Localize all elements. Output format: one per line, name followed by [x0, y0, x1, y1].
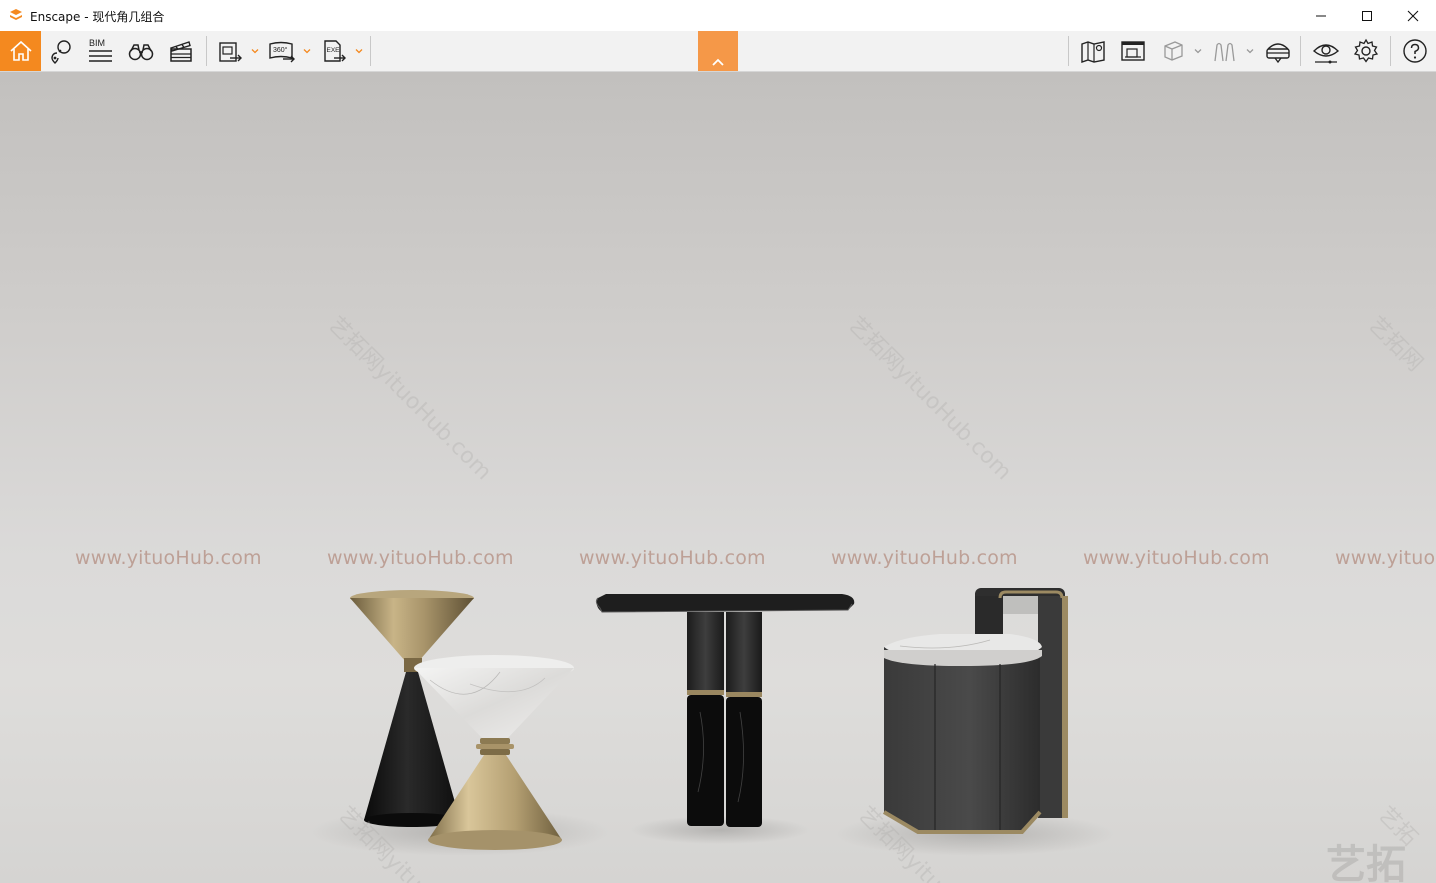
eye-icon: [1312, 44, 1340, 64]
gear-icon: [1353, 38, 1379, 63]
watermark-text: www.yituoHub.com: [831, 547, 1018, 569]
export-image-icon: [219, 42, 242, 62]
bim-icon: BIM: [89, 38, 112, 62]
help-button[interactable]: [1398, 31, 1432, 71]
toolbar-separator: [1390, 36, 1391, 66]
corner-watermark-logo: 艺拓: [1326, 842, 1406, 883]
map-button[interactable]: [1077, 31, 1109, 71]
close-button[interactable]: [1390, 0, 1436, 31]
watermark-text: www.yituoHub.com: [75, 547, 262, 569]
map-pin-icon: [51, 40, 71, 64]
toolbar-separator: [370, 36, 371, 66]
panorama-360-icon: 360°: [269, 41, 295, 63]
watermark-text: www.yituoHub.com: [579, 547, 766, 569]
title-bar[interactable]: Enscape - 现代角几组合: [0, 0, 1436, 31]
export-exe-icon: EXE: [324, 40, 346, 62]
collapse-toolbar-tab[interactable]: [698, 31, 738, 71]
asset-library-button[interactable]: [1117, 31, 1149, 71]
people-icon: [1214, 42, 1235, 62]
vr-headset-button[interactable]: [1261, 31, 1295, 71]
maximize-icon: [1362, 10, 1372, 21]
binoculars-button[interactable]: [125, 31, 157, 71]
export-exe-dropdown-icon[interactable]: [355, 47, 363, 55]
enscape-logo-icon: [10, 9, 22, 20]
minimize-button[interactable]: [1298, 0, 1344, 31]
maximize-button[interactable]: [1344, 0, 1390, 31]
map-icon: [1081, 41, 1105, 63]
watermark-text: www.yituoHub.com: [1083, 547, 1270, 569]
people-dropdown-icon[interactable]: [1246, 47, 1254, 55]
cube-icon: [1164, 41, 1183, 61]
dark-top-side-table: [595, 594, 855, 827]
toolbar-separator: [1300, 36, 1301, 66]
asset-library-icon: [1121, 41, 1145, 61]
clapperboard-icon: [170, 41, 192, 62]
cube-button[interactable]: [1157, 31, 1189, 71]
help-icon: [1403, 39, 1427, 63]
location-button[interactable]: [45, 31, 77, 71]
bim-label: BIM: [89, 38, 105, 48]
panorama-360-label: 360°: [273, 46, 288, 54]
export-image-dropdown-icon[interactable]: [251, 47, 259, 55]
hexagonal-cabinet-side-table: [882, 588, 1068, 834]
toolbar-separator: [206, 36, 207, 66]
close-icon: [1407, 10, 1419, 21]
export-360-dropdown-icon[interactable]: [303, 47, 311, 55]
video-editor-button[interactable]: [165, 31, 197, 71]
watermark-text: www.yituoHub.com: [327, 547, 514, 569]
home-button[interactable]: [0, 31, 41, 71]
cube-dropdown-icon[interactable]: [1194, 47, 1202, 55]
settings-button[interactable]: [1350, 31, 1382, 71]
minimize-icon: [1316, 15, 1326, 16]
scene-render: [310, 588, 1115, 856]
export-360-button[interactable]: 360°: [266, 31, 298, 71]
watermark-text: www.yituoHub.com: [1335, 547, 1436, 569]
watermark-row: www.yituoHub.com www.yituoHub.com www.yi…: [0, 547, 1436, 577]
exe-label: EXE: [327, 47, 341, 54]
render-viewport[interactable]: 艺拓网yituoHub.com 艺拓网yituoHub.com 艺拓网 艺拓网y…: [0, 72, 1436, 883]
binoculars-icon: [128, 44, 154, 61]
toolbar-separator: [1068, 36, 1069, 66]
window-title: Enscape - 现代角几组合: [30, 10, 165, 24]
export-image-button[interactable]: [214, 31, 246, 71]
vr-headset-icon: [1266, 43, 1290, 64]
home-icon: [9, 40, 32, 61]
export-exe-button[interactable]: EXE: [318, 31, 350, 71]
chevron-up-icon: [712, 58, 724, 66]
people-button[interactable]: [1209, 31, 1241, 71]
visual-settings-button[interactable]: [1309, 31, 1343, 71]
bim-button[interactable]: BIM: [85, 31, 117, 71]
